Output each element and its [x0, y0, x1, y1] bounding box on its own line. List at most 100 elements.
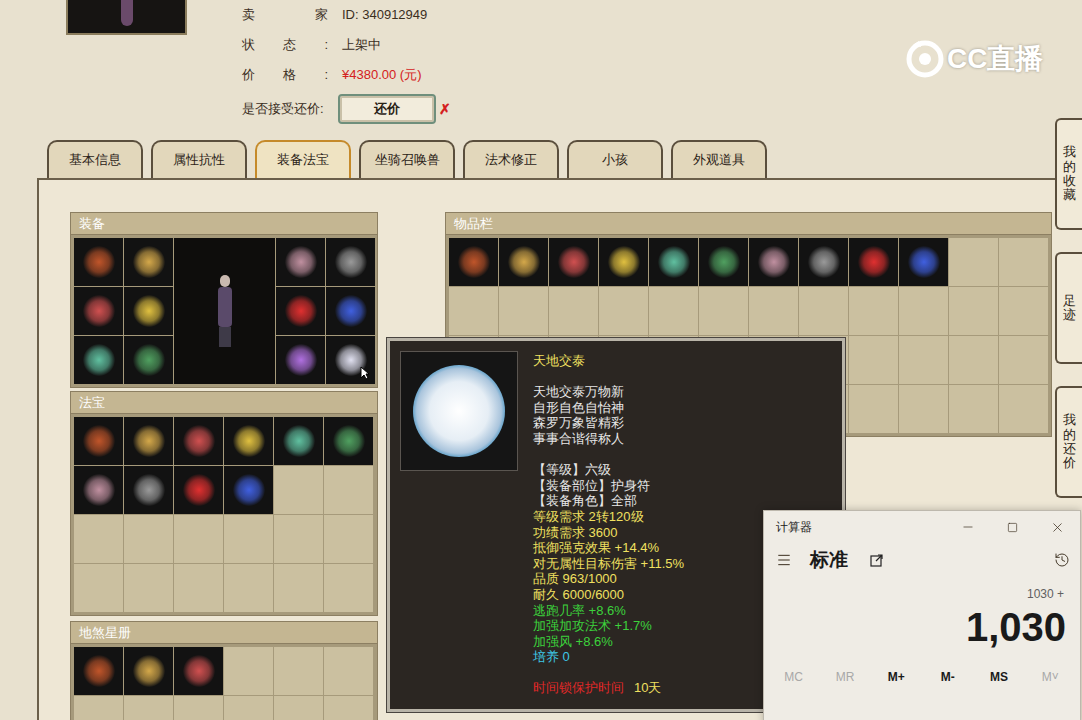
empty-slot[interactable]	[324, 515, 373, 563]
item-slot[interactable]	[224, 466, 273, 514]
item-slot[interactable]	[74, 336, 123, 384]
empty-slot[interactable]	[274, 515, 323, 563]
tab[interactable]: 属性抗性	[151, 140, 247, 178]
tab[interactable]: 基本信息	[47, 140, 143, 178]
tab[interactable]: 坐骑召唤兽	[359, 140, 455, 178]
counter-offer-button[interactable]: 还价	[338, 94, 436, 124]
keep-on-top-icon[interactable]	[870, 553, 884, 567]
side-tab[interactable]: 足迹	[1055, 252, 1082, 364]
close-button[interactable]	[1035, 511, 1080, 543]
empty-slot[interactable]	[274, 696, 323, 720]
empty-slot[interactable]	[949, 287, 998, 335]
item-slot[interactable]	[326, 287, 375, 335]
empty-slot[interactable]	[999, 385, 1048, 433]
item-slot[interactable]	[849, 238, 898, 286]
item-slot[interactable]	[499, 238, 548, 286]
empty-slot[interactable]	[224, 647, 273, 695]
empty-slot[interactable]	[849, 336, 898, 384]
item-slot[interactable]	[124, 417, 173, 465]
item-slot[interactable]	[124, 647, 173, 695]
empty-slot[interactable]	[799, 287, 848, 335]
empty-slot[interactable]	[124, 696, 173, 720]
empty-slot[interactable]	[699, 287, 748, 335]
empty-slot[interactable]	[449, 287, 498, 335]
empty-slot[interactable]	[274, 564, 323, 612]
item-slot[interactable]	[74, 417, 123, 465]
item-slot[interactable]	[599, 238, 648, 286]
memory-button[interactable]: MR	[819, 667, 870, 687]
empty-slot[interactable]	[949, 238, 998, 286]
history-icon[interactable]	[1054, 552, 1070, 568]
empty-slot[interactable]	[899, 385, 948, 433]
item-slot[interactable]	[174, 647, 223, 695]
item-slot[interactable]	[224, 417, 273, 465]
memory-button[interactable]: M+	[871, 667, 922, 687]
item-slot[interactable]	[174, 466, 223, 514]
item-slot[interactable]	[124, 238, 173, 286]
item-slot[interactable]	[74, 466, 123, 514]
memory-button[interactable]: M˅	[1025, 667, 1076, 687]
empty-slot[interactable]	[324, 647, 373, 695]
tab[interactable]: 装备法宝	[255, 140, 351, 178]
item-slot[interactable]	[276, 238, 325, 286]
empty-slot[interactable]	[324, 466, 373, 514]
tab[interactable]: 外观道具	[671, 140, 767, 178]
side-tab[interactable]: 我的收藏	[1055, 118, 1082, 230]
empty-slot[interactable]	[174, 564, 223, 612]
item-slot[interactable]	[274, 417, 323, 465]
item-slot[interactable]	[549, 238, 598, 286]
empty-slot[interactable]	[274, 466, 323, 514]
empty-slot[interactable]	[124, 564, 173, 612]
empty-slot[interactable]	[224, 515, 273, 563]
empty-slot[interactable]	[274, 647, 323, 695]
item-slot[interactable]	[649, 238, 698, 286]
empty-slot[interactable]	[999, 238, 1048, 286]
item-slot[interactable]	[799, 238, 848, 286]
item-slot[interactable]	[276, 287, 325, 335]
item-slot[interactable]	[276, 336, 325, 384]
item-slot[interactable]	[124, 466, 173, 514]
maximize-button[interactable]	[990, 511, 1035, 543]
empty-slot[interactable]	[649, 287, 698, 335]
empty-slot[interactable]	[999, 336, 1048, 384]
empty-slot[interactable]	[324, 696, 373, 720]
tab[interactable]: 小孩	[567, 140, 663, 178]
menu-icon[interactable]	[776, 552, 792, 568]
item-slot[interactable]	[74, 647, 123, 695]
item-slot[interactable]	[124, 287, 173, 335]
empty-slot[interactable]	[899, 336, 948, 384]
empty-slot[interactable]	[599, 287, 648, 335]
empty-slot[interactable]	[549, 287, 598, 335]
item-slot[interactable]	[74, 287, 123, 335]
empty-slot[interactable]	[74, 696, 123, 720]
empty-slot[interactable]	[749, 287, 798, 335]
empty-slot[interactable]	[899, 287, 948, 335]
item-slot[interactable]	[699, 238, 748, 286]
empty-slot[interactable]	[499, 287, 548, 335]
empty-slot[interactable]	[174, 696, 223, 720]
side-tab[interactable]: 我的还价	[1055, 386, 1082, 498]
empty-slot[interactable]	[174, 515, 223, 563]
empty-slot[interactable]	[74, 515, 123, 563]
memory-button[interactable]: M-	[922, 667, 973, 687]
item-slot[interactable]	[124, 336, 173, 384]
empty-slot[interactable]	[949, 385, 998, 433]
memory-button[interactable]: MS	[973, 667, 1024, 687]
item-slot[interactable]	[449, 238, 498, 286]
empty-slot[interactable]	[224, 564, 273, 612]
empty-slot[interactable]	[74, 564, 123, 612]
tab[interactable]: 法术修正	[463, 140, 559, 178]
item-slot[interactable]	[174, 417, 223, 465]
empty-slot[interactable]	[949, 336, 998, 384]
empty-slot[interactable]	[224, 696, 273, 720]
item-slot[interactable]	[749, 238, 798, 286]
empty-slot[interactable]	[849, 287, 898, 335]
empty-slot[interactable]	[324, 564, 373, 612]
empty-slot[interactable]	[124, 515, 173, 563]
empty-slot[interactable]	[999, 287, 1048, 335]
item-slot[interactable]	[899, 238, 948, 286]
item-slot[interactable]	[324, 417, 373, 465]
item-slot[interactable]	[326, 238, 375, 286]
minimize-button[interactable]	[945, 511, 990, 543]
item-slot[interactable]	[326, 336, 375, 384]
